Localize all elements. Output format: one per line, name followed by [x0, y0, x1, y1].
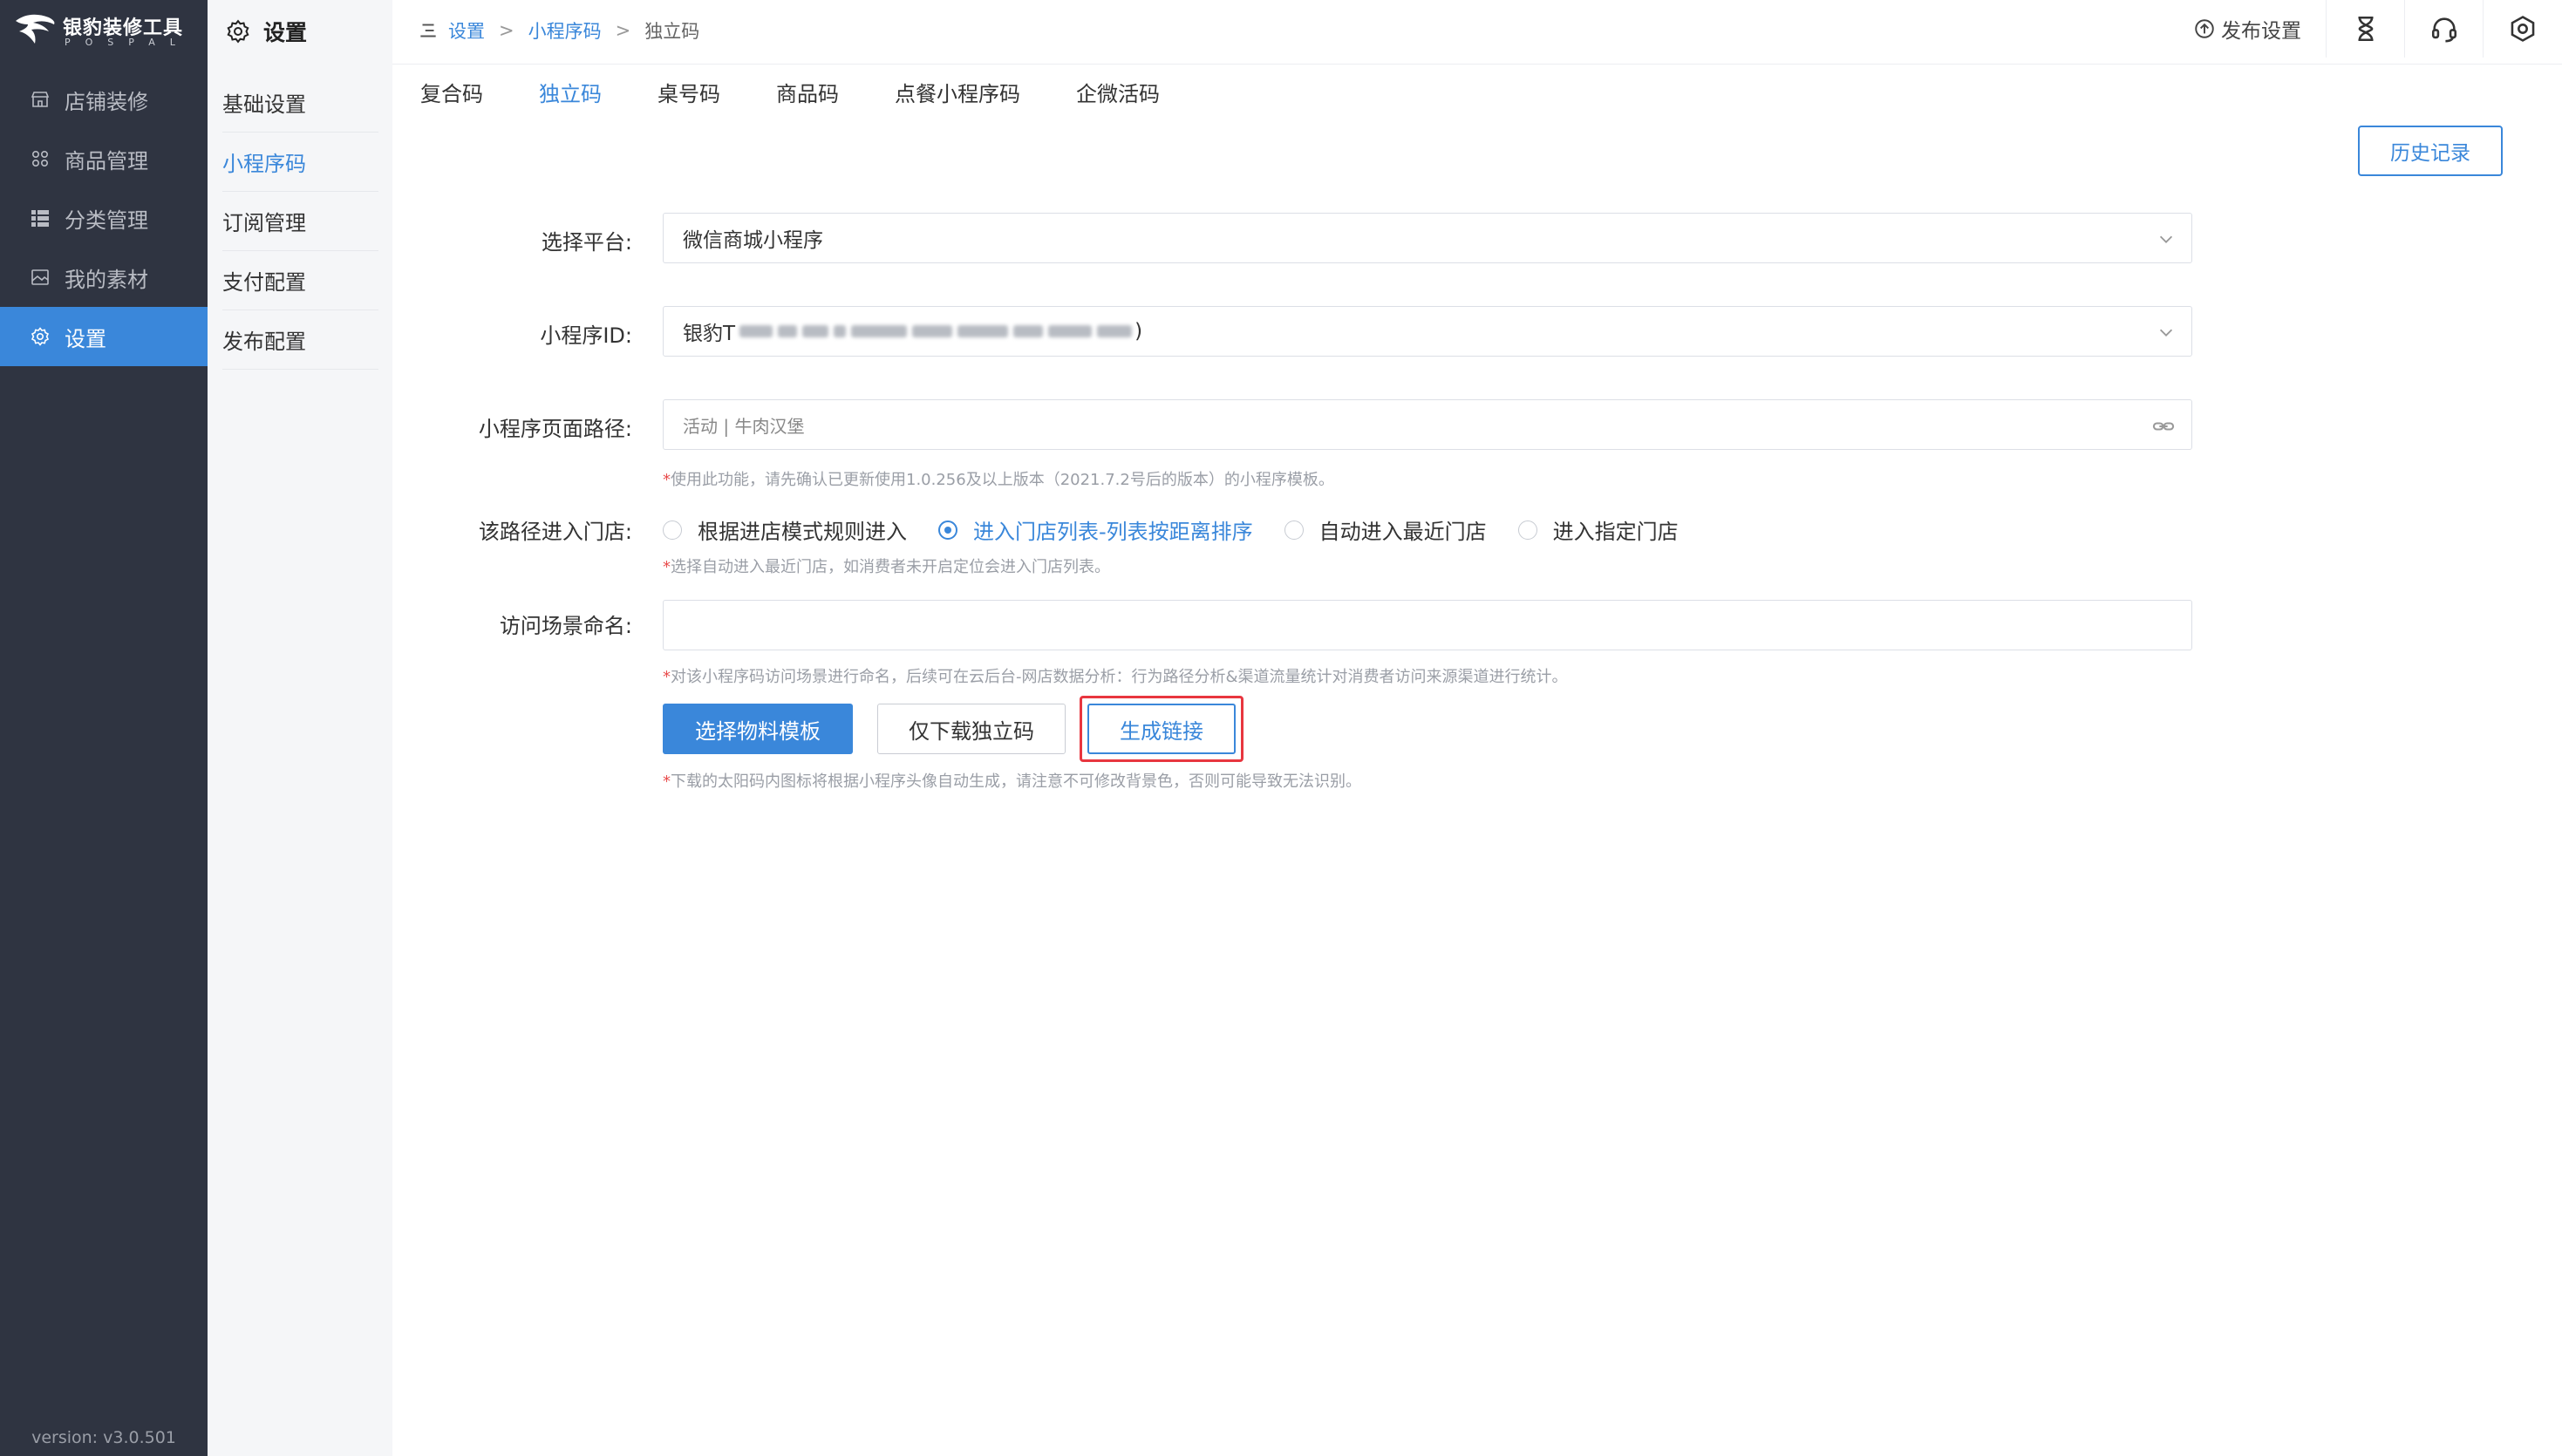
list-icon: [31, 210, 49, 227]
scene-name-input[interactable]: [663, 600, 2192, 650]
nav-item-category-management[interactable]: 分类管理: [0, 188, 208, 248]
brand-subtitle: POSPAL: [65, 37, 190, 48]
nav-label: 分类管理: [65, 208, 148, 233]
scene-name-hint: *对该小程序码访问场景进行命名，后续可在云后台-网店数据分析：行为路径分析&渠道…: [663, 668, 1568, 686]
app-window: 银豹装修工具 POSPAL 店铺装修 商品管理 分类管理 我的素材 设置 ver…: [0, 0, 2562, 1456]
gear-icon: [227, 19, 249, 44]
tab-standalone-code[interactable]: 独立码: [539, 65, 602, 124]
platform-value: 微信商城小程序: [683, 229, 823, 252]
breadcrumb-current: 独立码: [644, 21, 700, 42]
top-bar: 设置 > 小程序码 > 独立码 发布设置: [392, 0, 2562, 65]
app-id-prefix: 银豹T: [683, 323, 736, 345]
subnav-header: 设置: [208, 0, 392, 63]
version-label: version: v3.0.501: [31, 1428, 176, 1447]
nav-item-settings[interactable]: 设置: [0, 307, 208, 366]
action-buttons: 选择物料模板 仅下载独立码 生成链接: [663, 696, 1244, 762]
subnav-item-mini-program-code[interactable]: 小程序码: [222, 133, 378, 192]
app-id-select[interactable]: 银豹T ): [663, 306, 2192, 357]
link-icon[interactable]: [2151, 414, 2176, 439]
generate-link-highlight: 生成链接: [1080, 696, 1244, 762]
code-type-tabs: 复合码 独立码 桌号码 商品码 点餐小程序码 企微活码: [392, 65, 2562, 124]
entry-mode-hint: *选择自动进入最近门店，如消费者未开启定位会进入门店列表。: [663, 558, 1110, 576]
nav-label: 店铺装修: [65, 89, 148, 114]
generate-link-button[interactable]: 生成链接: [1087, 704, 1236, 754]
tab-ordering-mini-program-code[interactable]: 点餐小程序码: [895, 65, 1020, 124]
nav-label: 设置: [65, 326, 106, 351]
subnav-item-publish-config[interactable]: 发布配置: [222, 310, 378, 370]
leopard-logo-icon: [16, 14, 55, 44]
radio-entry-store-list[interactable]: 进入门店列表-列表按距离排序: [938, 514, 1253, 545]
radio-circle: [1284, 520, 1304, 540]
radio-entry-rule[interactable]: 根据进店模式规则进入: [663, 514, 907, 545]
grid-icon: [31, 150, 49, 167]
nav-item-my-assets[interactable]: 我的素材: [0, 248, 208, 307]
history-button[interactable]: 历史记录: [2358, 126, 2503, 176]
publish-settings-button[interactable]: 发布设置: [2169, 0, 2327, 58]
footer-hint: *下载的太阳码内图标将根据小程序头像自动生成，请注意不可修改背景色，否则可能导致…: [663, 772, 1361, 791]
subnav-item-basic-settings[interactable]: 基础设置: [222, 73, 378, 133]
subnav-item-payment-config[interactable]: 支付配置: [222, 251, 378, 310]
main-sidebar: 银豹装修工具 POSPAL 店铺装修 商品管理 分类管理 我的素材 设置 ver…: [0, 0, 208, 1456]
main-nav: 店铺装修 商品管理 分类管理 我的素材 设置: [0, 70, 208, 366]
history-hourglass-button[interactable]: [2327, 0, 2405, 58]
hexagon-gear-icon: [2511, 16, 2535, 42]
chevron-down-icon: [2159, 235, 2173, 243]
settings-subnav: 设置 基础设置 小程序码 订阅管理 支付配置 发布配置: [208, 0, 392, 1456]
download-code-button[interactable]: 仅下载独立码: [877, 704, 1066, 754]
nav-label: 我的素材: [65, 267, 148, 292]
brand-logo[interactable]: 银豹装修工具 POSPAL: [14, 9, 194, 52]
image-icon: [31, 269, 49, 285]
platform-label: 选择平台:: [541, 230, 632, 255]
menu-fold-icon[interactable]: [417, 19, 439, 42]
platform-select[interactable]: 微信商城小程序: [663, 213, 2192, 263]
scene-name-label: 访问场景命名:: [499, 614, 632, 638]
select-template-button[interactable]: 选择物料模板: [663, 704, 853, 754]
subnav-title: 设置: [263, 20, 308, 45]
tab-table-code[interactable]: 桌号码: [658, 65, 720, 124]
system-settings-button[interactable]: [2484, 0, 2562, 58]
shop-icon: [31, 92, 50, 107]
radio-entry-nearest-store[interactable]: 自动进入最近门店: [1284, 514, 1487, 545]
breadcrumb-settings[interactable]: 设置: [448, 17, 485, 44]
top-actions: 发布设置: [2169, 0, 2562, 58]
radio-circle: [663, 520, 682, 540]
tab-product-code[interactable]: 商品码: [776, 65, 839, 124]
headset-icon: [2431, 17, 2456, 43]
page-path-hint: *使用此功能，请先确认已更新使用1.0.256及以上版本（2021.7.2号后的…: [663, 471, 1334, 489]
nav-label: 商品管理: [65, 148, 148, 173]
customer-service-button[interactable]: [2405, 0, 2484, 58]
breadcrumb-separator: >: [615, 20, 631, 41]
breadcrumb-separator: >: [499, 20, 514, 41]
page-path-input[interactable]: 活动 | 牛肉汉堡: [663, 399, 2192, 450]
gear-icon: [31, 327, 50, 346]
radio-entry-specific-store[interactable]: 进入指定门店: [1517, 514, 1679, 545]
upload-circle-icon: [2195, 19, 2214, 38]
app-id-suffix: ): [1135, 320, 1143, 343]
main-content: 设置 > 小程序码 > 独立码 发布设置 复合码 独立码 桌号码 商品码 点餐小…: [392, 0, 2562, 1456]
tab-composite-code[interactable]: 复合码: [420, 65, 483, 124]
breadcrumb: 设置 > 小程序码 > 独立码: [417, 0, 699, 61]
subnav-item-subscription[interactable]: 订阅管理: [222, 192, 378, 251]
nav-item-product-management[interactable]: 商品管理: [0, 129, 208, 188]
entry-mode-label: 该路径进入门店:: [478, 520, 632, 544]
redacted-app-id: [737, 325, 1135, 337]
tab-wecom-live-code[interactable]: 企微活码: [1076, 65, 1160, 124]
nav-item-shop-decoration[interactable]: 店铺装修: [0, 70, 208, 129]
chevron-down-icon: [2159, 329, 2173, 337]
entry-mode-radio-group: 根据进店模式规则进入 进入门店列表-列表按距离排序 自动进入最近门店 进入指定门…: [663, 514, 1710, 545]
subnav-list: 基础设置 小程序码 订阅管理 支付配置 发布配置: [208, 63, 392, 370]
publish-settings-label: 发布设置: [2221, 20, 2301, 43]
page-path-placeholder: 活动 | 牛肉汉堡: [683, 415, 805, 437]
app-id-label: 小程序ID:: [540, 323, 632, 348]
radio-circle-selected: [938, 520, 957, 540]
page-path-label: 小程序页面路径:: [478, 417, 632, 441]
radio-circle: [1517, 520, 1537, 540]
hourglass-icon: [2358, 16, 2373, 42]
breadcrumb-mini-program-code[interactable]: 小程序码: [528, 17, 602, 44]
